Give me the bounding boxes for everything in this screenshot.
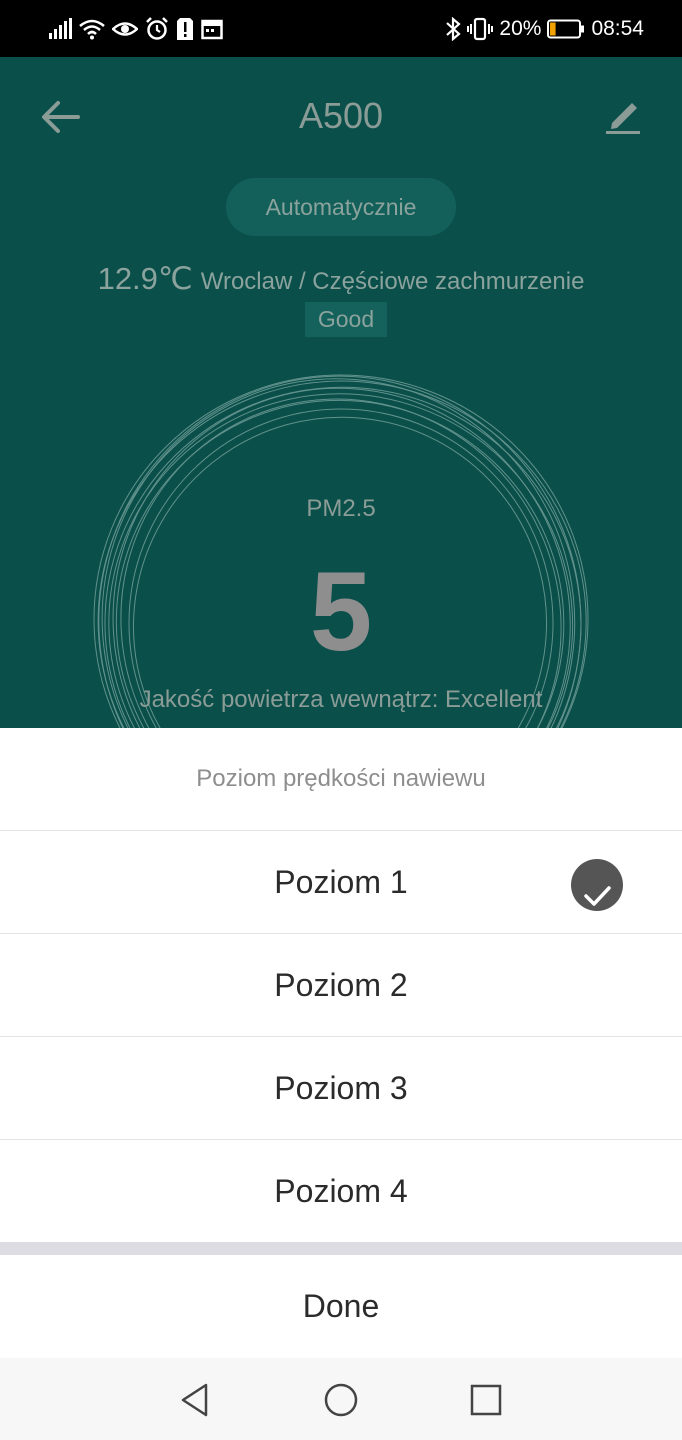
status-icons-left xyxy=(48,14,223,44)
wifi-icon xyxy=(79,18,105,40)
option-label: Poziom 1 xyxy=(274,864,408,900)
option-label: Poziom 3 xyxy=(274,1070,408,1106)
device-title: A500 xyxy=(298,95,384,136)
check-icon xyxy=(571,859,623,911)
weather-info: 12.9℃ Wroclaw / Częściowe zachmurzenie xyxy=(0,261,682,297)
option-level-1[interactable]: Poziom 1 xyxy=(0,831,682,934)
option-label: Poziom 4 xyxy=(274,1173,408,1209)
calendar-icon xyxy=(201,18,223,40)
sheet-title: Poziom prędkości nawiewu xyxy=(0,728,682,831)
done-button[interactable]: Done xyxy=(0,1255,682,1359)
option-level-2[interactable]: Poziom 2 xyxy=(0,934,682,1037)
pm-value: 5 xyxy=(309,549,373,674)
fan-speed-sheet: Poziom prędkości nawiewu Poziom 1 Poziom… xyxy=(0,728,682,1359)
status-bar: 20% 08:54 xyxy=(0,0,682,57)
nav-recent-icon[interactable] xyxy=(466,1380,506,1420)
option-level-4[interactable]: Poziom 4 xyxy=(0,1140,682,1243)
eye-icon xyxy=(112,18,138,40)
indoor-air-quality-text: Jakość powietrza wewnątrz: Excellent xyxy=(139,686,543,713)
status-icons-right: 20% 08:54 xyxy=(445,14,644,44)
sim-alert-icon xyxy=(176,17,194,41)
option-level-3[interactable]: Poziom 3 xyxy=(0,1037,682,1140)
pm-label: PM2.5 xyxy=(306,495,376,522)
clock: 08:54 xyxy=(591,17,644,40)
outdoor-temperature: 12.9℃ xyxy=(97,261,193,296)
device-screen: A500 Automatycznie 12.9℃ Wroclaw / Części… xyxy=(0,57,682,728)
system-nav-bar xyxy=(0,1358,682,1440)
sheet-divider xyxy=(0,1242,682,1255)
alarm-icon xyxy=(145,17,169,41)
signal-icon xyxy=(48,18,72,40)
pencil-icon xyxy=(606,103,640,134)
weather-description: Wroclaw / Częściowe zachmurzenie xyxy=(200,268,585,295)
bluetooth-icon xyxy=(445,17,462,41)
mode-button[interactable]: Automatycznie xyxy=(226,178,456,236)
battery-icon xyxy=(547,19,585,39)
option-label: Poziom 2 xyxy=(274,967,408,1003)
outdoor-air-quality-badge: Good xyxy=(305,302,387,337)
vibrate-icon xyxy=(467,17,494,41)
edit-button[interactable] xyxy=(600,97,644,137)
nav-back-icon[interactable] xyxy=(176,1380,216,1420)
battery-percent: 20% xyxy=(499,17,542,40)
nav-home-icon[interactable] xyxy=(321,1380,361,1420)
